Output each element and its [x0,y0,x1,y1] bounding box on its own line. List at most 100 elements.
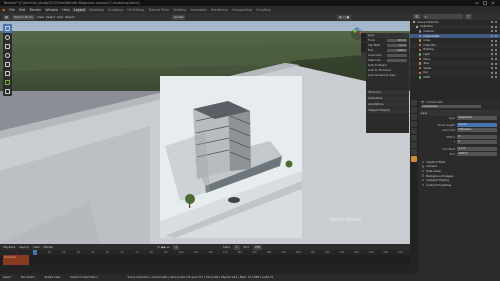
npanel-subsection[interactable]: Viewport Display [366,108,409,113]
lens-unit-dropdown[interactable]: Millimeters [457,128,497,132]
eye-icon[interactable] [491,25,493,28]
menu-edit[interactable]: Edit [17,8,28,12]
view-layer-tab-icon[interactable] [411,121,417,127]
world-tab-icon[interactable] [411,135,417,141]
focal-length-input[interactable]: 50 mm [457,123,497,127]
lock-camera-to-view-checkbox[interactable]: Lock Camera to View [368,74,395,77]
camera-render-icon[interactable] [495,44,497,47]
camera-render-icon[interactable] [495,48,497,51]
visibility-toggles[interactable] [491,67,500,70]
object-tab-icon[interactable] [411,142,417,148]
clip-end-field[interactable]: 1000 m [387,48,407,53]
timeline-track-area[interactable]: Summary [0,255,410,265]
focal-length-field[interactable]: 50 mm [387,38,407,43]
shading-mode-buttons[interactable]: ◐ ○ ● [337,14,352,20]
workspace-tab-compositing[interactable]: Compositing [230,8,254,12]
camera-render-icon[interactable] [495,67,497,70]
workspace-tab-animation[interactable]: Animation [188,8,209,12]
eye-icon[interactable] [491,48,493,51]
visibility-toggles[interactable] [491,71,500,74]
eye-icon[interactable] [491,71,493,74]
minimize-icon[interactable] [474,1,480,5]
visibility-toggles[interactable] [491,44,500,47]
workspace-tab-layout[interactable]: Layout [71,7,88,12]
visibility-toggles[interactable] [491,21,500,24]
lock-to-object-checkbox[interactable]: Lock to Object [368,64,387,67]
eye-icon[interactable] [491,53,493,56]
clip-end-input[interactable]: 1000 m [457,152,497,156]
measure-tool-icon[interactable] [3,87,12,96]
camera-render-icon[interactable] [495,35,497,38]
camera-render-icon[interactable] [495,30,497,33]
camera-render-icon[interactable] [495,58,497,61]
eye-icon[interactable] [491,30,493,33]
eye-icon[interactable] [491,35,493,38]
select-box-tool-icon[interactable] [3,24,12,33]
blender-logo-icon[interactable]: ◉ [0,8,7,12]
workspace-tab-sculpting[interactable]: Sculpting [106,8,125,12]
eye-icon[interactable] [491,44,493,47]
start-frame-field[interactable]: 1 [233,244,240,250]
local-camera-field[interactable] [387,53,407,58]
visibility-toggles[interactable] [491,48,500,51]
viewport-menu-view[interactable]: View [37,15,44,19]
editor-type-dropdown[interactable]: ▦ [3,14,10,20]
eye-icon[interactable] [491,39,493,42]
outliner-display-mode-icon[interactable]: ☰ [413,14,421,19]
workspace-tab-uv-editing[interactable]: UV Editing [125,8,146,12]
sidebar-tab-tool[interactable] [361,43,366,53]
eye-icon[interactable] [491,67,493,70]
outliner-row[interactable]: HDRI [410,75,500,80]
npanel-subsection[interactable]: Annotations [366,102,409,107]
viewport-menu-select[interactable]: Select [46,15,55,19]
workspace-tab-rendering[interactable]: Rendering [209,8,230,12]
camera-render-icon[interactable] [495,62,497,65]
filter-icon[interactable]: ▽ [464,14,472,19]
workspace-tab-texture-paint[interactable]: Texture Paint [146,8,171,12]
menu-window[interactable]: Window [43,8,60,12]
sidebar-tab-view[interactable] [361,53,366,63]
visibility-toggles[interactable] [491,62,500,65]
3d-viewport[interactable] [0,21,410,244]
viewport-menu-add[interactable]: Add [57,15,63,19]
scene-tab-icon[interactable] [411,128,417,134]
transform-tool-icon[interactable] [3,69,12,78]
npanel-subsection[interactable]: 3D Cursor [366,90,409,95]
visibility-toggles[interactable] [491,30,500,33]
tool-tab-icon[interactable] [411,100,417,106]
eye-icon[interactable] [491,62,493,65]
timeline-menu-keying[interactable]: Keying [19,245,28,249]
shift-x-input[interactable]: 0 [457,135,497,139]
eye-icon[interactable] [491,76,493,79]
camera-render-icon[interactable] [495,39,497,42]
outliner-search-input[interactable]: ⌕ [422,14,463,19]
menu-file[interactable]: File [7,8,17,12]
visibility-toggles[interactable] [491,39,500,42]
camera-render-icon[interactable] [495,25,497,28]
workspace-tab-modeling[interactable]: Modeling [87,8,106,12]
current-frame-field[interactable]: 1 [173,244,179,250]
close-icon[interactable] [490,1,496,5]
lock-to-cursor-checkbox[interactable]: Lock to 3D Cursor [368,69,391,72]
annotate-tool-icon[interactable] [3,78,12,87]
camera-datablock-field[interactable]: Camera.001 [421,104,481,109]
visibility-toggles[interactable] [491,58,500,61]
camera-render-icon[interactable] [495,76,497,79]
sidebar-tab-item[interactable] [361,33,366,43]
output-tab-icon[interactable] [411,114,417,120]
lens-type-dropdown[interactable]: Perspective [457,116,497,120]
clip-start-field[interactable]: 0.1 m [387,43,407,48]
visibility-toggles[interactable] [491,35,500,38]
npanel-check-row[interactable]: Lock Camera to View [366,73,409,78]
maximize-icon[interactable] [482,1,488,5]
constraints-tab-icon[interactable] [411,149,417,155]
shift-y-input[interactable]: 0 [457,140,497,144]
play-controls[interactable]: ⏮ ◀ ▶ ⏭ [157,245,169,249]
npanel-subsection[interactable]: Collections [366,96,409,101]
viewport-menu-object[interactable]: Object [65,15,75,19]
cursor-tool-icon[interactable] [3,33,12,42]
workspace-tab-scripting[interactable]: Scripting [254,8,273,12]
clip-start-input[interactable]: 0.1 m [457,147,497,151]
workspace-tab-shading[interactable]: Shading [171,8,188,12]
visibility-toggles[interactable] [491,25,500,28]
